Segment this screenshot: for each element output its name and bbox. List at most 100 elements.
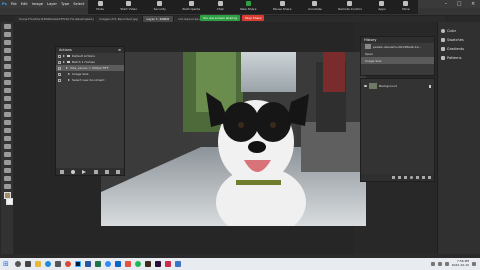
premiere-icon[interactable] [154, 261, 161, 267]
bridge-icon[interactable] [144, 261, 151, 267]
task-view-icon[interactable] [24, 261, 31, 267]
zoom-start-video-button[interactable]: Start Video [120, 1, 137, 11]
checkbox-icon[interactable] [58, 60, 61, 64]
search-icon[interactable] [14, 261, 21, 267]
store-icon[interactable] [54, 261, 61, 267]
menu-image[interactable]: Image [30, 2, 45, 6]
checkbox-icon[interactable] [58, 72, 61, 76]
checkbox-icon[interactable] [58, 66, 61, 70]
eye-icon[interactable] [364, 85, 367, 87]
new-action-icon[interactable] [104, 169, 109, 174]
zoom-security-button[interactable]: Security [154, 1, 166, 11]
clock[interactable]: 7:56 PM 2022-10-10 [452, 260, 469, 267]
type-tool-icon[interactable] [3, 152, 11, 157]
dock-item-patterns[interactable]: Patterns [438, 53, 480, 62]
spotify-icon[interactable] [134, 261, 141, 267]
dock-item-swatches[interactable]: Swatches [438, 35, 480, 44]
zoom-more-button[interactable]: More [402, 1, 410, 11]
zoom-new-share-button[interactable]: New Share [240, 1, 256, 11]
media-player-icon[interactable] [124, 261, 131, 267]
stop-share-button[interactable]: Stop Share [242, 15, 265, 21]
excel-icon[interactable] [94, 261, 101, 267]
minimize-icon[interactable]: – [445, 1, 448, 7]
quick-select-tool-icon[interactable] [3, 48, 11, 53]
checkbox-icon[interactable] [58, 78, 61, 82]
checkbox-icon[interactable] [58, 54, 61, 58]
eraser-tool-icon[interactable] [3, 112, 11, 117]
chevron-up-icon[interactable] [430, 262, 435, 266]
link-icon[interactable] [392, 176, 395, 179]
dock-item-color[interactable]: Color [438, 26, 480, 35]
eyedropper-tool-icon[interactable] [3, 72, 11, 77]
record-icon[interactable] [70, 169, 75, 174]
expand-triangle-icon[interactable] [68, 79, 70, 81]
adjustment-icon[interactable] [410, 176, 413, 179]
zoom-apps-button[interactable]: Apps [378, 1, 386, 11]
lock-icon[interactable] [429, 84, 431, 88]
zoom-tool-icon[interactable] [3, 184, 11, 189]
shape-tool-icon[interactable] [3, 168, 11, 173]
healing-brush-tool-icon[interactable] [3, 80, 11, 85]
document-image[interactable] [101, 52, 366, 226]
layer-row[interactable]: Background [361, 82, 434, 90]
expand-triangle-icon[interactable] [63, 61, 65, 63]
menu-type[interactable]: Type [59, 2, 71, 6]
chrome-icon[interactable] [64, 261, 71, 267]
photoshop-icon[interactable] [74, 261, 81, 267]
windows-start-icon[interactable]: ⊞ [3, 260, 9, 268]
menu-edit[interactable]: Edit [19, 2, 30, 6]
clone-stamp-tool-icon[interactable] [3, 96, 11, 101]
zoom-remote-control-button[interactable]: Remote Control [338, 1, 362, 11]
close-icon[interactable]: × [471, 1, 475, 7]
zoom-pause-share-button[interactable]: Pause Share [273, 1, 291, 11]
dock-item-gradients[interactable]: Gradients [438, 44, 480, 53]
zoom-mute-button[interactable]: Mute [96, 1, 104, 11]
lasso-tool-icon[interactable] [3, 40, 11, 45]
zoom-participants-button[interactable]: Participants [183, 1, 200, 11]
history-snapshot-row[interactable]: pexels-ukusamu-b0148a4b-1b... [361, 43, 434, 50]
marquee-tool-icon[interactable] [3, 32, 11, 37]
edge-browser-icon[interactable] [44, 261, 51, 267]
wifi-icon[interactable] [437, 262, 442, 266]
zoom-annotate-button[interactable]: Annotate [308, 1, 322, 11]
fx-icon[interactable] [398, 176, 401, 179]
pen-tool-icon[interactable] [3, 144, 11, 149]
menu-select[interactable]: Select [71, 2, 86, 6]
menu-layer[interactable]: Layer [45, 2, 59, 6]
history-brush-tool-icon[interactable] [3, 104, 11, 109]
expand-triangle-icon[interactable] [68, 73, 70, 75]
mask-icon[interactable] [404, 176, 407, 179]
ps-logo[interactable]: Ps [0, 2, 9, 6]
trash-icon[interactable] [428, 176, 431, 179]
panel-menu-icon[interactable]: ≡ [118, 48, 121, 52]
expand-triangle-icon[interactable] [63, 55, 65, 57]
dodge-tool-icon[interactable] [3, 136, 11, 141]
action-step-row[interactable]: Select new document [56, 77, 124, 83]
word-icon[interactable] [84, 261, 91, 267]
file-explorer-icon[interactable] [34, 261, 41, 267]
zoom-app-icon[interactable] [104, 261, 111, 267]
app-icon[interactable] [164, 261, 171, 267]
history-state-row-selected[interactable]: Image Size [361, 57, 434, 64]
stop-icon[interactable] [59, 169, 64, 174]
brush-tool-icon[interactable] [3, 88, 11, 93]
history-state-row[interactable]: Open [361, 50, 434, 57]
app-icon[interactable] [174, 261, 181, 267]
path-select-tool-icon[interactable] [3, 160, 11, 165]
volume-icon[interactable] [444, 262, 449, 266]
gradient-tool-icon[interactable] [3, 120, 11, 125]
mail-icon[interactable] [114, 261, 121, 267]
frame-tool-icon[interactable] [3, 64, 11, 69]
new-set-folder-icon[interactable] [93, 169, 98, 174]
background-color-swatch[interactable] [5, 198, 13, 205]
trash-icon[interactable] [116, 169, 121, 174]
hand-tool-icon[interactable] [3, 176, 11, 181]
play-icon[interactable] [82, 169, 87, 174]
expand-triangle-icon[interactable] [66, 67, 68, 69]
crop-tool-icon[interactable] [3, 56, 11, 61]
new-layer-icon[interactable] [422, 176, 425, 179]
new-group-icon[interactable] [416, 176, 419, 179]
move-tool-icon[interactable] [3, 24, 11, 29]
maximize-icon[interactable]: □ [457, 1, 462, 7]
zoom-chat-button[interactable]: Chat [217, 1, 224, 11]
